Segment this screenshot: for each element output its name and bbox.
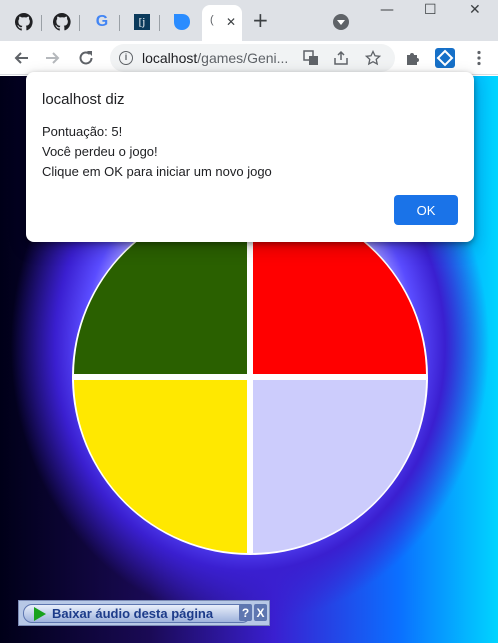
kebab-menu-icon (477, 50, 481, 66)
dialog-title: localhost diz (42, 91, 125, 108)
translate-icon (303, 50, 318, 65)
forward-button[interactable] (40, 45, 66, 71)
github-icon (53, 13, 71, 31)
close-window-button[interactable]: ✕ (469, 2, 481, 18)
tab-github-1[interactable] (6, 6, 42, 38)
url-host: localhost (142, 50, 198, 66)
reload-button[interactable] (73, 45, 99, 71)
play-icon (34, 606, 46, 621)
extension-active-button[interactable] (432, 45, 458, 71)
tab-title: ( (210, 14, 214, 26)
tab-active[interactable]: ( ✕ (202, 5, 242, 41)
genius-game-board (72, 199, 428, 555)
tab-site[interactable]: [j (124, 6, 160, 38)
dialog-line-lost: Você perdeu o jogo! (42, 144, 158, 159)
github-icon (15, 13, 33, 31)
dialog-line-score: Pontuação: 5! (42, 124, 123, 139)
tab-google[interactable]: G (84, 6, 120, 38)
dialog-line-restart: Clique em OK para iniciar um novo jogo (42, 164, 272, 179)
extensions-button[interactable] (400, 45, 426, 71)
site-icon: [j (134, 14, 150, 30)
dialog-message: Pontuação: 5! Você perdeu o jogo! Clique… (42, 122, 272, 182)
share-icon (334, 50, 348, 65)
back-arrow-icon (14, 52, 28, 64)
download-audio-button[interactable]: Baixar áudio desta página (23, 604, 251, 623)
quadrant-lavender[interactable] (253, 380, 426, 553)
download-audio-label: Baixar áudio desta página (52, 606, 214, 621)
tab-strip: G [j ( ✕ + — ☐ ✕ (0, 0, 498, 41)
browser-toolbar: i localhost/games/Geni... (0, 41, 498, 75)
audio-download-widget: Baixar áudio desta página ? X (18, 600, 270, 626)
widget-close-button[interactable]: X (254, 604, 267, 621)
address-bar[interactable]: i localhost/games/Geni... (110, 44, 395, 72)
droplet-icon (174, 14, 190, 30)
info-icon[interactable]: i (119, 51, 133, 65)
star-icon (365, 50, 381, 66)
extension-diamond-icon (435, 48, 455, 68)
menu-button[interactable] (466, 45, 492, 71)
url-path: /games/Geni... (197, 50, 289, 66)
url-text: localhost/games/Geni... (142, 50, 288, 66)
translate-button[interactable] (298, 45, 324, 71)
tab-search-icon[interactable] (333, 14, 349, 30)
tab-droplet[interactable] (164, 6, 200, 38)
new-tab-button[interactable]: + (252, 10, 269, 30)
quadrant-yellow[interactable] (74, 380, 247, 553)
maximize-button[interactable]: ☐ (424, 2, 437, 18)
alert-dialog: localhost diz Pontuação: 5! Você perdeu … (26, 72, 474, 242)
bookmark-button[interactable] (360, 45, 386, 71)
back-button[interactable] (8, 45, 34, 71)
google-icon: G (95, 13, 109, 30)
help-button[interactable]: ? (239, 604, 252, 621)
tab-github-2[interactable] (44, 6, 80, 38)
puzzle-icon (407, 53, 419, 65)
close-tab-icon[interactable]: ✕ (226, 15, 236, 29)
reload-icon (79, 51, 93, 65)
share-button[interactable] (328, 45, 354, 71)
ok-button[interactable]: OK (394, 195, 458, 225)
forward-arrow-icon (46, 52, 60, 64)
minimize-button[interactable]: — (380, 2, 394, 18)
